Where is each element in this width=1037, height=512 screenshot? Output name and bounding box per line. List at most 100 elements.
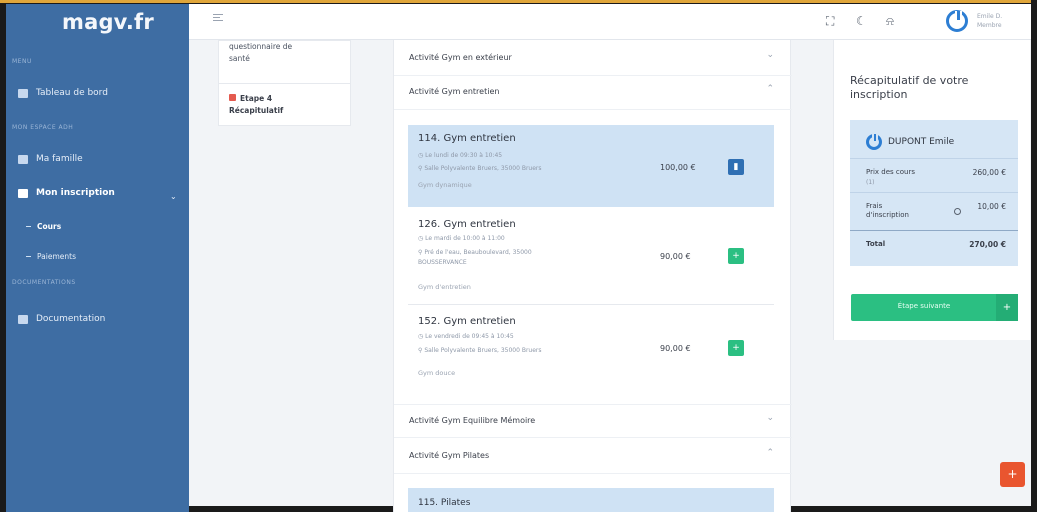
- sidebar-subitem-label: Cours: [37, 222, 62, 231]
- user-info[interactable]: Emile D. Membre: [977, 12, 1002, 30]
- floating-add-button[interactable]: +: [1000, 462, 1025, 487]
- chevron-up-icon: ⌃: [766, 84, 774, 94]
- step-previous-line2: santé: [229, 54, 250, 63]
- course-title: 115. Pilates: [418, 498, 471, 508]
- recap-summary: DUPONT Emile Prix des cours (1) 260,00 €…: [850, 120, 1018, 266]
- divider: [850, 230, 1018, 231]
- sidebar-item-label: Mon inscription: [36, 188, 115, 198]
- user-avatar[interactable]: [946, 10, 968, 32]
- course-title: 126. Gym entretien: [418, 219, 516, 230]
- section-my-space: MON ESPACE ADH: [12, 124, 74, 131]
- divider: [850, 192, 1018, 193]
- course-schedule: ◷ Le mardi de 10:00 à 11:00: [418, 235, 505, 242]
- chevron-up-icon: ⌃: [766, 448, 774, 458]
- add-course-button[interactable]: +: [728, 248, 744, 264]
- sidebar-item-registration[interactable]: Mon inscription: [18, 188, 115, 198]
- sidebar-item-label: Documentation: [36, 314, 106, 324]
- step-previous-line1: questionnaire de: [229, 42, 293, 51]
- recap-heading: Récapitulatif de votre inscription: [850, 74, 969, 101]
- sidebar-subitem-courses[interactable]: Cours: [26, 222, 61, 231]
- sidebar-item-family[interactable]: Ma famille: [18, 154, 83, 164]
- brand-name: magv.fr: [62, 10, 154, 34]
- total-label: Total: [866, 240, 886, 248]
- sidebar-item-dashboard[interactable]: Tableau de bord: [18, 88, 108, 98]
- course-price-label: Prix des cours: [866, 168, 916, 176]
- accordion-label: Activité Gym en extérieur: [409, 53, 512, 62]
- bell-icon[interactable]: ⍾: [886, 14, 894, 29]
- course-card: 152. Gym entretien ◷ Le vendredi de 09:4…: [408, 306, 774, 396]
- step-current[interactable]: Etape 4 Récapitulatif: [229, 93, 283, 117]
- section-menu: MENU: [12, 58, 32, 65]
- sidebar-item-label: Tableau de bord: [36, 88, 108, 98]
- divider: [219, 83, 350, 84]
- course-schedule: ◷ Le lundi de 09:30 à 10:45: [418, 152, 503, 159]
- plus-icon[interactable]: +: [996, 294, 1018, 321]
- course-price: 90,00 €: [660, 252, 691, 261]
- hamburger-menu-icon[interactable]: [213, 14, 223, 21]
- plus-icon: +: [732, 343, 740, 353]
- document-icon: [18, 314, 28, 324]
- course-card-selected[interactable]: 115. Pilates: [408, 488, 774, 512]
- course-schedule: ◷ Le vendredi de 09:45 à 10:45: [418, 333, 514, 340]
- course-card-selected[interactable]: 114. Gym entretien ◷ Le lundi de 09:30 à…: [408, 125, 774, 207]
- course-count: (1): [866, 179, 875, 186]
- accordion-header-gym-exterieur[interactable]: Activité Gym en extérieur ⌄: [394, 42, 792, 76]
- course-title: 114. Gym entretien: [418, 133, 516, 144]
- chevron-down-icon[interactable]: ⌄: [170, 192, 177, 201]
- divider: [850, 158, 1018, 159]
- family-icon: [18, 154, 28, 164]
- sidebar: magv.fr MENU Tableau de bord MON ESPACE …: [6, 4, 189, 512]
- chevron-down-icon: ⌄: [766, 413, 774, 423]
- sidebar-subitem-label: Paiements: [37, 252, 77, 261]
- step-current-line2: Récapitulatif: [229, 106, 284, 115]
- sidebar-item-documentation[interactable]: Documentation: [18, 314, 105, 324]
- user-role: Membre: [977, 22, 1002, 29]
- remove-course-button[interactable]: ▮: [728, 159, 744, 175]
- sidebar-subitem-payments[interactable]: Paiements: [26, 252, 76, 261]
- step-previous[interactable]: questionnaire de santé: [229, 41, 292, 65]
- dash-icon: [26, 226, 31, 227]
- steps-panel: questionnaire de santé Etape 4 Récapitul…: [218, 40, 351, 126]
- accordion-label: Activité Gym entretien: [409, 87, 500, 96]
- accordion-header-gym-pilates[interactable]: Activité Gym Pilates ⌃: [394, 440, 792, 474]
- brand-logo[interactable]: magv.fr: [6, 4, 189, 44]
- power-icon: [866, 134, 882, 150]
- accordion-header-gym-equilibre[interactable]: Activité Gym Equilibre Mémoire ⌄: [394, 404, 792, 438]
- course-tag: Gym dynamique: [418, 181, 472, 189]
- user-name: Emile D.: [977, 13, 1003, 20]
- dash-icon: [26, 256, 31, 257]
- course-price-value: 260,00 €: [972, 168, 1006, 177]
- next-step-label: Étape suivante: [897, 302, 951, 310]
- plus-icon: +: [732, 251, 740, 261]
- course-title: 152. Gym entretien: [418, 316, 516, 327]
- member-name: DUPONT Emile: [888, 137, 955, 147]
- course-location: ⚲ Salle Polyvalente Bruers, 35000 Bruers: [418, 165, 542, 172]
- activities-accordion: Activité Gym en extérieur ⌄ Activité Gym …: [393, 40, 792, 512]
- accordion-label: Activité Gym Pilates: [409, 451, 490, 460]
- topbar: ⛶ ☾ ⍾ Emile D. Membre: [0, 0, 1031, 40]
- course-location: ⚲ Salle Polyvalente Bruers, 35000 Bruers: [418, 347, 542, 354]
- dashboard-icon: [18, 88, 28, 98]
- course-price: 90,00 €: [660, 344, 691, 353]
- registration-icon: [18, 188, 28, 198]
- fees-value: 10,00 €: [977, 202, 1006, 211]
- course-tag: Gym d'entretien: [418, 283, 471, 291]
- step-current-line1: Etape 4: [240, 94, 273, 103]
- course-location: ⚲ Pré de l'eau, Beauboulevard, 35000: [418, 249, 532, 256]
- next-step-button[interactable]: Étape suivante +: [851, 294, 1018, 321]
- fullscreen-icon[interactable]: ⛶: [826, 14, 834, 29]
- step-status-icon: [229, 94, 236, 101]
- accordion-header-gym-entretien[interactable]: Activité Gym entretien ⌃: [394, 76, 792, 110]
- section-documentations: DOCUMENTATIONS: [12, 279, 76, 286]
- fees-label: Frais d'inscription: [866, 202, 909, 219]
- info-icon[interactable]: [954, 208, 961, 215]
- recap-member: DUPONT Emile: [866, 134, 954, 150]
- total-value: 270,00 €: [969, 240, 1006, 249]
- accordion-label: Activité Gym Equilibre Mémoire: [409, 416, 536, 425]
- add-course-button[interactable]: +: [728, 340, 744, 356]
- course-card: 126. Gym entretien ◷ Le mardi de 10:00 à…: [408, 207, 774, 305]
- course-location-line2: BOUSSERVANCE: [418, 259, 467, 266]
- course-price: 100,00 €: [660, 163, 696, 172]
- chevron-down-icon: ⌄: [766, 50, 774, 60]
- moon-icon[interactable]: ☾: [856, 14, 867, 28]
